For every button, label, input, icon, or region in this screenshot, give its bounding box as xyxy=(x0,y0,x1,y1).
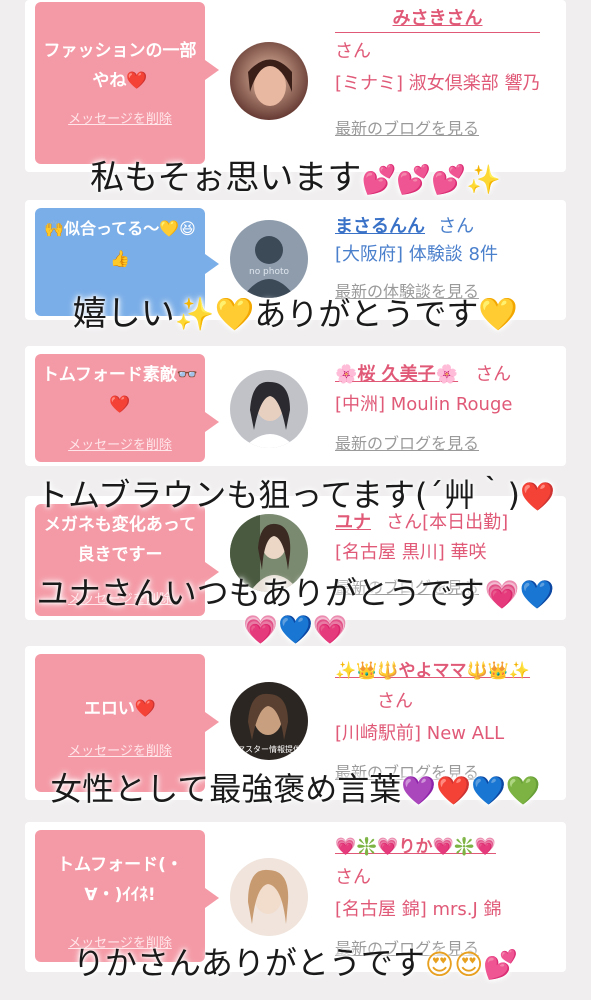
overlay-caption: 女性として最強褒め言葉💜❤️💙💚 xyxy=(0,764,591,810)
member-info: 🌸桜 久美子🌸 さん [中洲] Moulin Rouge 最新のブログを見る xyxy=(335,360,560,454)
message-text: トムフォード(・∀・)ｲｲﾈ! xyxy=(57,855,183,905)
member-name[interactable]: みさきさん xyxy=(393,8,483,29)
shop-label[interactable]: [川崎駅前] New ALL xyxy=(335,719,560,749)
honorific: さん xyxy=(335,867,371,888)
message-text: エロい❤️ xyxy=(83,699,157,719)
avatar[interactable] xyxy=(230,370,308,448)
caption-text: りかさんありがとうです xyxy=(72,944,425,982)
overlay-caption: 💗💙💗 xyxy=(0,608,591,648)
svg-text:no photo: no photo xyxy=(249,267,290,277)
overlay-caption: りかさんありがとうです😍😍💕 xyxy=(0,938,591,984)
caption-text: 私もそぉ思います xyxy=(90,158,362,198)
overlay-caption: 私もそぉ思います💕💕💕✨ xyxy=(0,150,591,199)
shop-label[interactable]: [大阪府] 体験談 8件 xyxy=(335,240,560,270)
blog-link[interactable]: 最新のブログを見る xyxy=(335,430,560,454)
delete-message-link[interactable]: メッセージを削除 xyxy=(35,108,205,127)
caption-text: 女性として最強褒め言葉 xyxy=(50,770,402,808)
message-text: ファッションの一部やね❤️ xyxy=(43,41,197,91)
avatar[interactable] xyxy=(230,42,308,120)
avatar[interactable] xyxy=(230,858,308,936)
overlay-caption: 嬉しい✨💛ありがとうです💛 xyxy=(0,286,591,335)
caption-emoji: ❤️ xyxy=(519,480,555,513)
avatar[interactable]: マスター情報提供 xyxy=(230,682,308,760)
honorific: さん xyxy=(335,41,371,62)
svg-text:マスター情報提供: マスター情報提供 xyxy=(237,744,301,754)
caption-text: トムブラウンも狙ってます(´艸｀) xyxy=(36,476,520,514)
caption-emoji: 💗💙💗 xyxy=(243,613,348,646)
blog-link[interactable]: 最新のブログを見る xyxy=(335,115,560,139)
caption-emoji: 💜❤️💙💚 xyxy=(401,774,541,807)
caption-text: 嬉しい xyxy=(72,294,175,334)
caption-emoji: ✨💛ありがとうです💛 xyxy=(174,295,519,333)
shop-label[interactable]: [ミナミ] 淑女倶楽部 響乃 xyxy=(335,69,560,99)
message-bubble: ファッションの一部やね❤️ メッセージを削除 xyxy=(35,2,219,164)
message-bubble: トムフォード素敵👓❤️ メッセージを削除 xyxy=(35,354,219,462)
member-name[interactable]: 💗❇️💗りか💗❇️💗 xyxy=(335,837,496,857)
delete-message-link[interactable]: メッセージを削除 xyxy=(35,434,205,453)
member-name[interactable]: まさるんん xyxy=(335,216,425,237)
message-card: トムフォード素敵👓❤️ メッセージを削除 🌸桜 久美子🌸 さん [中洲] Mou… xyxy=(25,346,566,466)
caption-emoji: 💗💙 xyxy=(484,578,555,611)
caption-emoji: 💕💕💕✨ xyxy=(361,163,501,196)
overlay-caption: トムブラウンも狙ってます(´艸｀)❤️ xyxy=(0,470,591,516)
honorific: さん xyxy=(438,216,475,237)
delete-message-link[interactable]: メッセージを削除 xyxy=(35,740,205,759)
shop-label[interactable]: [名古屋 黒川] 華咲 xyxy=(335,538,560,568)
member-name[interactable]: ✨👑🔱やよママ🔱👑✨ xyxy=(335,661,530,681)
message-card: ファッションの一部やね❤️ メッセージを削除 みさきさん さん [ミナミ] 淑女… xyxy=(25,0,566,172)
honorific: さん xyxy=(475,364,512,385)
member-name[interactable]: 🌸桜 久美子🌸 xyxy=(335,364,458,385)
shop-label[interactable]: [中洲] Moulin Rouge xyxy=(335,390,560,420)
caption-emoji: 😍😍💕 xyxy=(424,948,519,981)
message-text: トムフォード素敵👓❤️ xyxy=(41,365,199,415)
caption-text: ユナさんいつもありがとうです xyxy=(36,574,485,612)
shop-label[interactable]: [名古屋 錦] mrs.J 錦 xyxy=(335,895,560,925)
honorific: さん xyxy=(377,691,413,712)
message-text: 🙌似合ってる〜💛😆👍 xyxy=(44,219,196,268)
member-info: みさきさん さん [ミナミ] 淑女倶楽部 響乃 最新のブログを見る xyxy=(335,4,560,139)
